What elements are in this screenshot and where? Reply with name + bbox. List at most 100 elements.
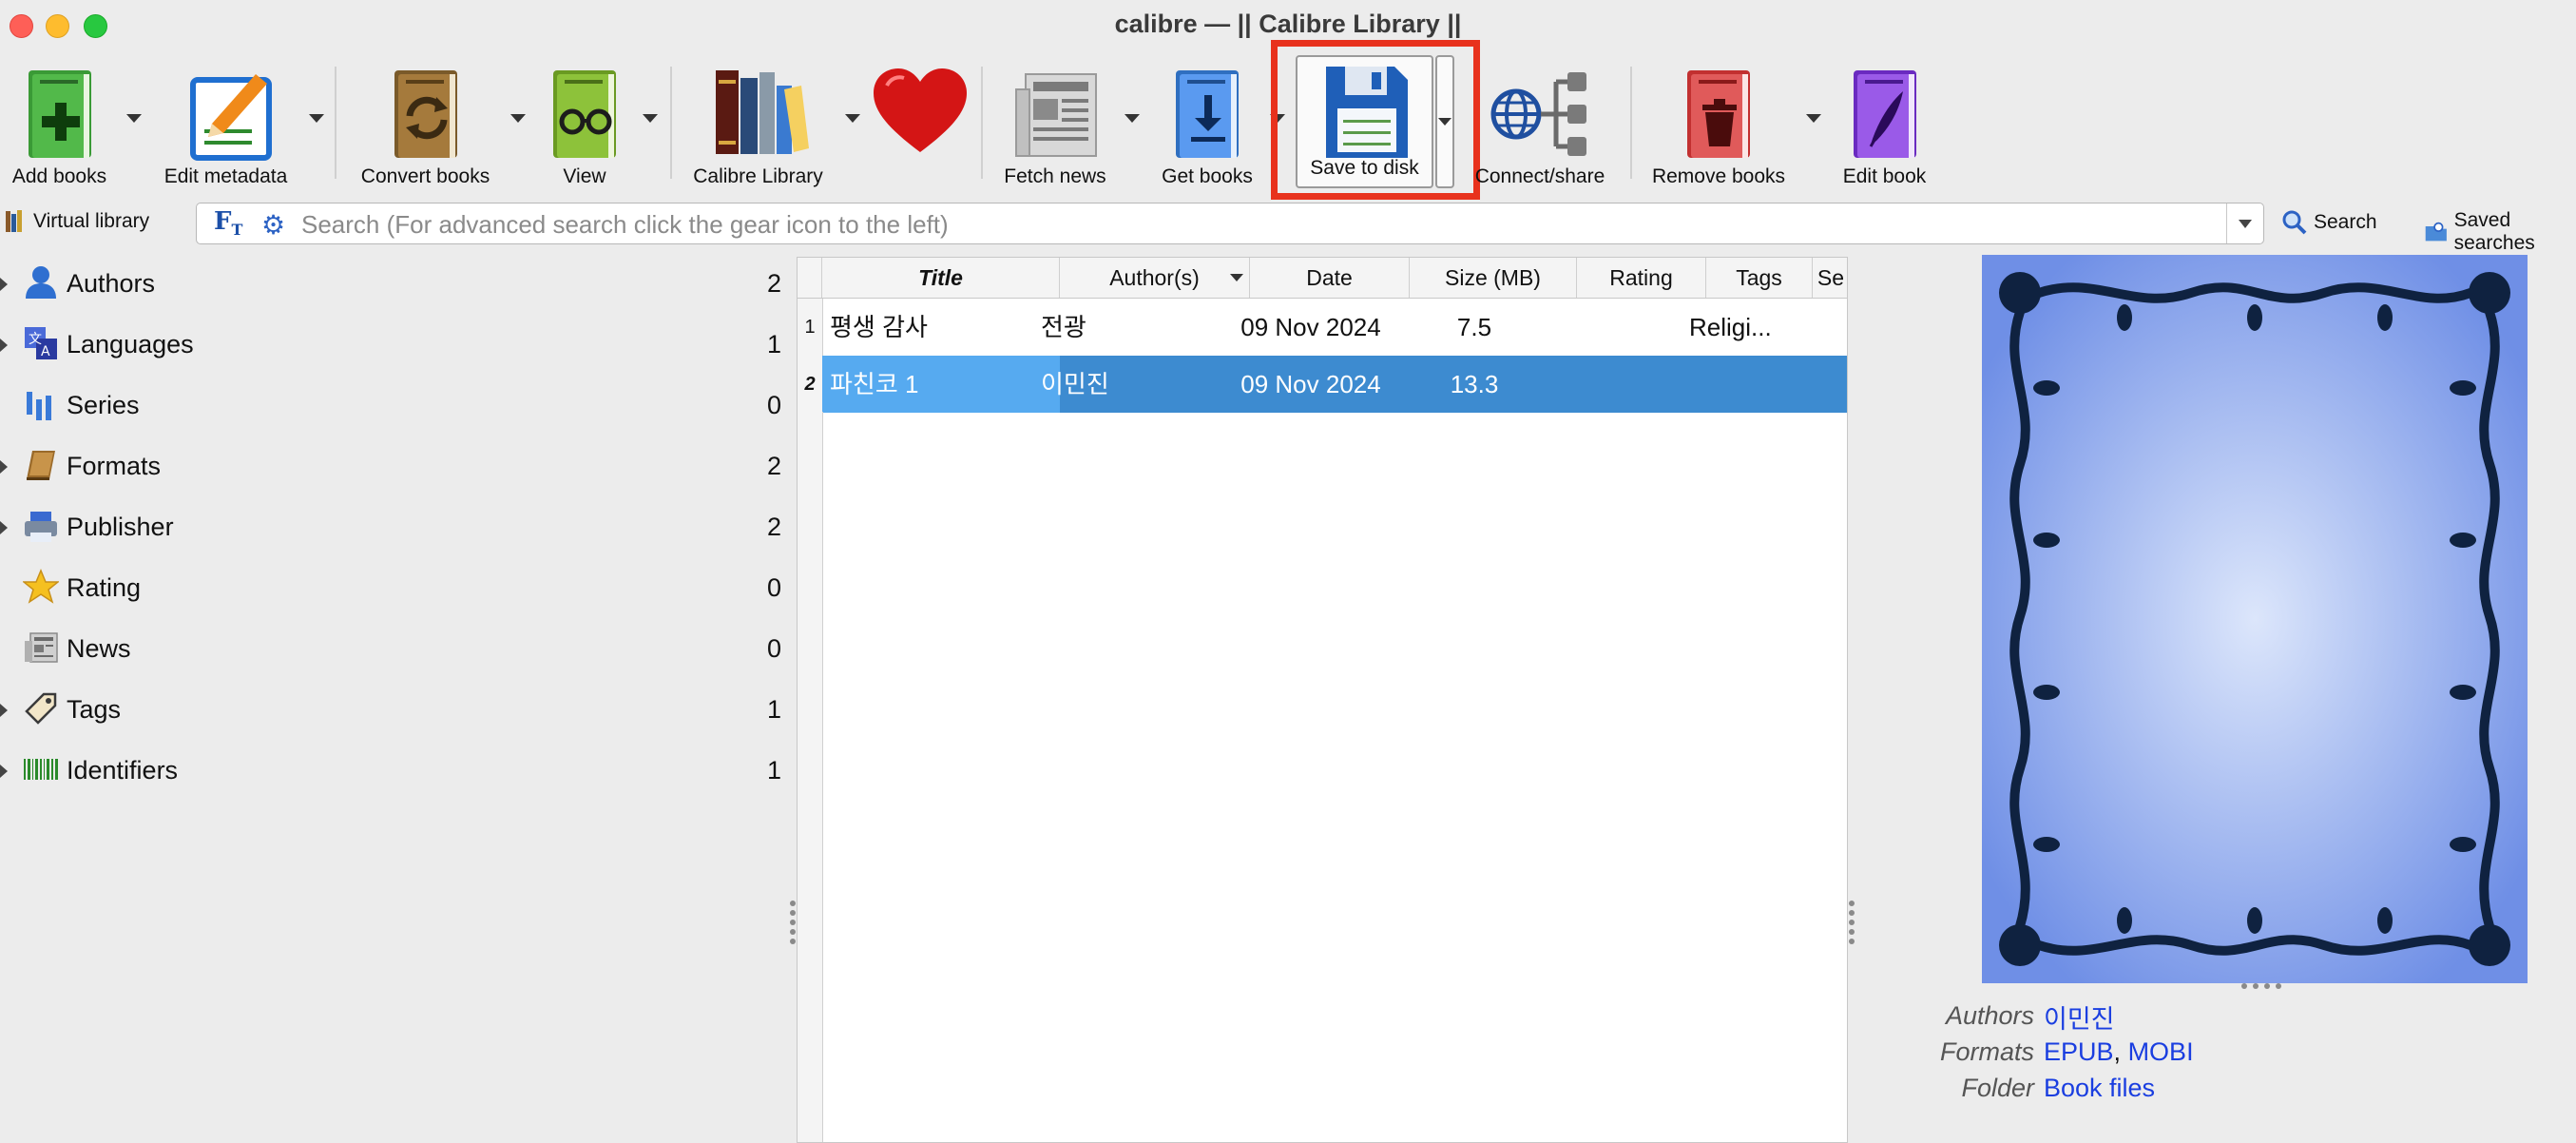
search-history-dropdown[interactable] bbox=[2226, 203, 2263, 243]
tag-browser-item-series[interactable]: Series 0 bbox=[0, 378, 795, 437]
tag-browser-label: Formats bbox=[67, 452, 162, 480]
search-button[interactable]: Search bbox=[2281, 209, 2377, 236]
tag-browser-count: 2 bbox=[766, 269, 781, 298]
remove-books-label: Remove books bbox=[1651, 165, 1786, 187]
tag-browser-label: News bbox=[67, 634, 131, 663]
add-books-dropdown-icon[interactable] bbox=[126, 114, 142, 123]
library-books-icon bbox=[715, 70, 809, 154]
column-header-authors-label: Author(s) bbox=[1109, 265, 1200, 290]
full-text-search-icon[interactable]: FT bbox=[214, 207, 242, 239]
expand-arrow-icon[interactable] bbox=[0, 339, 8, 352]
cell-tags: Religi... bbox=[1689, 313, 1772, 341]
format-link-epub[interactable]: EPUB bbox=[2044, 1037, 2114, 1066]
fetch-news-dropdown-icon[interactable] bbox=[1125, 114, 1140, 123]
edit-metadata-button[interactable]: Edit metadata bbox=[157, 55, 295, 198]
remove-books-dropdown-icon[interactable] bbox=[1806, 114, 1821, 123]
edit-metadata-label: Edit metadata bbox=[163, 165, 288, 187]
connect-share-button[interactable]: Connect/share bbox=[1469, 55, 1611, 198]
saved-searches-button[interactable]: Saved searches bbox=[2424, 209, 2576, 255]
calibre-library-label: Calibre Library bbox=[693, 165, 823, 187]
saved-searches-icon bbox=[2425, 222, 2447, 242]
expand-arrow-icon[interactable] bbox=[0, 278, 8, 291]
toolbar-separator bbox=[335, 67, 336, 179]
add-books-label: Add books bbox=[11, 165, 107, 187]
gear-icon[interactable]: ⚙ bbox=[261, 209, 285, 241]
edit-book-icon bbox=[1853, 70, 1916, 158]
tag-browser-count: 1 bbox=[766, 330, 781, 358]
column-header-authors[interactable]: Author(s) bbox=[1060, 258, 1250, 298]
tag-browser-item-formats[interactable]: Formats 2 bbox=[0, 439, 795, 498]
calibre-library-dropdown-icon[interactable] bbox=[845, 114, 860, 123]
tag-icon bbox=[25, 692, 57, 725]
tag-browser-item-languages[interactable]: 文 A Languages 1 bbox=[0, 318, 795, 377]
details-authors-link[interactable]: 이민진 bbox=[2044, 998, 2115, 1036]
search-bar-row: Virtual library FT ⚙ Search Saved search… bbox=[0, 200, 2576, 254]
column-header-date[interactable]: Date bbox=[1250, 258, 1410, 298]
cell-rating bbox=[1558, 299, 1687, 356]
save-to-disk-button[interactable]: Save to disk bbox=[1296, 55, 1433, 188]
expand-arrow-icon[interactable] bbox=[0, 521, 8, 534]
get-books-icon bbox=[1176, 70, 1239, 158]
edit-metadata-dropdown-icon[interactable] bbox=[309, 114, 324, 123]
toolbar-separator bbox=[1630, 67, 1632, 179]
heart-icon bbox=[873, 68, 967, 152]
svg-text:A: A bbox=[41, 344, 50, 359]
tag-browser-item-publisher[interactable]: Publisher 2 bbox=[0, 500, 795, 559]
row-number: 2 bbox=[798, 356, 823, 413]
window-title: calibre — || Calibre Library || bbox=[1114, 10, 1462, 38]
formats-icon bbox=[27, 451, 55, 480]
tag-browser-count: 0 bbox=[766, 391, 781, 419]
header-corner bbox=[798, 258, 822, 298]
get-books-button[interactable]: Get books bbox=[1150, 55, 1264, 198]
tag-browser-item-news[interactable]: News 0 bbox=[0, 622, 795, 681]
tag-browser-label: Series bbox=[67, 391, 140, 419]
calibre-library-button[interactable]: Calibre Library bbox=[680, 55, 836, 198]
tag-browser-item-authors[interactable]: Authors 2 bbox=[0, 257, 795, 316]
cell-author: 전광 bbox=[1041, 313, 1086, 341]
cover-resize-handle[interactable] bbox=[2240, 982, 2282, 990]
view-button[interactable]: View bbox=[532, 55, 637, 198]
book-cover-image[interactable] bbox=[1982, 255, 2528, 983]
format-link-mobi[interactable]: MOBI bbox=[2128, 1037, 2194, 1066]
authors-icon bbox=[26, 266, 56, 299]
donate-button[interactable] bbox=[865, 55, 974, 198]
convert-books-dropdown-icon[interactable] bbox=[510, 114, 526, 123]
save-to-disk-dropdown[interactable] bbox=[1435, 55, 1454, 188]
series-icon bbox=[27, 392, 51, 420]
expand-arrow-icon[interactable] bbox=[0, 704, 8, 717]
tag-browser-label: Tags bbox=[67, 695, 122, 724]
view-dropdown-icon[interactable] bbox=[643, 114, 658, 123]
convert-books-button[interactable]: Convert books bbox=[352, 55, 499, 198]
edit-book-button[interactable]: Edit book bbox=[1830, 55, 1939, 198]
tag-browser-item-identifiers[interactable]: Identifiers 1 bbox=[0, 744, 795, 803]
connect-share-label: Connect/share bbox=[1474, 165, 1605, 187]
tag-browser-label: Rating bbox=[67, 573, 142, 602]
remove-books-button[interactable]: Remove books bbox=[1643, 55, 1795, 198]
details-folder-link[interactable]: Book files bbox=[2044, 1074, 2155, 1103]
cell-size: 7.5 bbox=[1456, 313, 1492, 341]
virtual-library-label: Virtual library bbox=[33, 210, 150, 232]
column-header-title[interactable]: Title bbox=[822, 258, 1060, 298]
tag-browser-item-tags[interactable]: Tags 1 bbox=[0, 683, 795, 742]
column-header-series[interactable]: Se bbox=[1813, 258, 1847, 298]
search-button-label: Search bbox=[2314, 211, 2377, 233]
column-header-rating[interactable]: Rating bbox=[1577, 258, 1706, 298]
table-row-selected[interactable]: 2 파친코 1 이민진 09 Nov 2024 13.3 bbox=[798, 356, 1847, 413]
column-header-tags[interactable]: Tags bbox=[1706, 258, 1813, 298]
barcode-icon bbox=[24, 759, 58, 780]
star-icon bbox=[23, 569, 59, 604]
search-input[interactable] bbox=[299, 209, 2204, 240]
cell-title: 평생 감사 bbox=[830, 313, 928, 341]
expand-arrow-icon[interactable] bbox=[0, 765, 8, 778]
fetch-news-button[interactable]: Fetch news bbox=[989, 55, 1122, 198]
tag-browser-label: Languages bbox=[67, 330, 194, 358]
column-header-size[interactable]: Size (MB) bbox=[1410, 258, 1577, 298]
add-books-button[interactable]: Add books bbox=[0, 55, 119, 198]
tag-browser-item-rating[interactable]: Rating 0 bbox=[0, 561, 795, 620]
format-separator: , bbox=[2113, 1037, 2122, 1066]
virtual-library-button[interactable]: Virtual library bbox=[5, 209, 149, 234]
expand-arrow-icon[interactable] bbox=[0, 460, 8, 474]
tag-browser-count: 0 bbox=[766, 573, 781, 602]
saved-searches-label: Saved searches bbox=[2453, 209, 2535, 254]
table-row[interactable]: 1 평생 감사 전광 09 Nov 2024 7.5 Religi... bbox=[798, 299, 1847, 356]
